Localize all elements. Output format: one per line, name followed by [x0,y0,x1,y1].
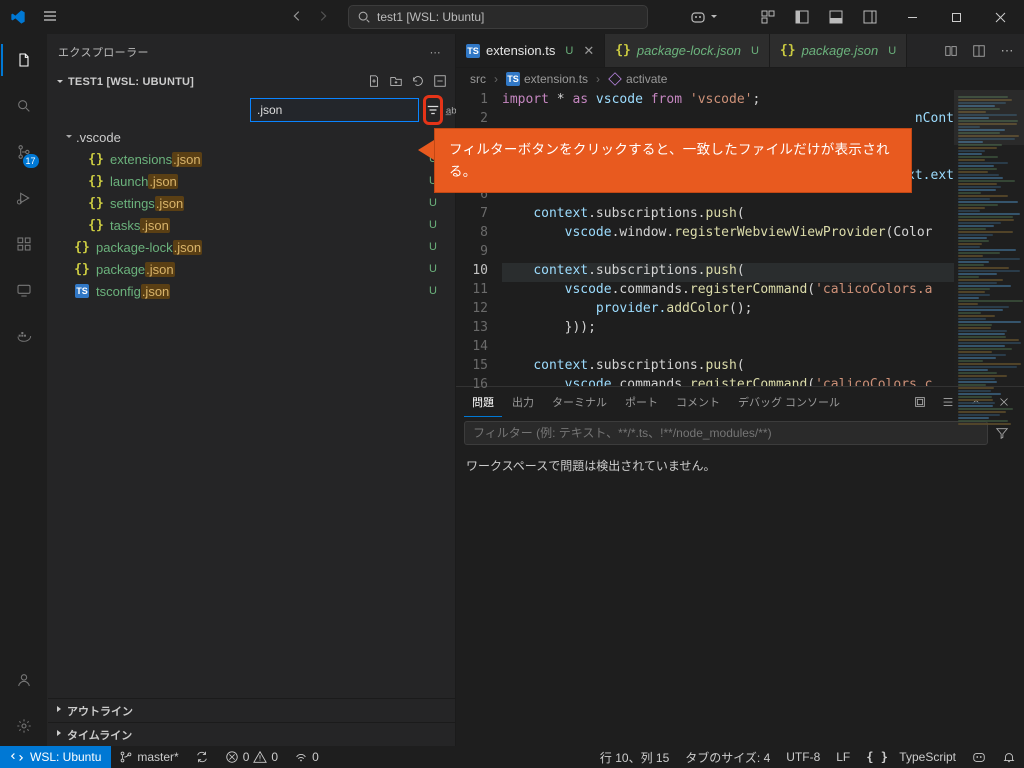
explorer-title: エクスプローラー [58,44,149,60]
editor-tab[interactable]: {}package-lock.jsonU [605,34,770,67]
explorer-filter-input[interactable] [250,98,419,122]
copilot-button[interactable] [686,7,722,27]
activity-search[interactable] [1,86,47,126]
activity-debug[interactable] [1,178,47,218]
status-copilot[interactable] [964,750,994,764]
window-minimize[interactable] [890,0,934,34]
panel-tab-comments[interactable]: コメント [668,387,728,417]
file-row[interactable]: TStsconfig.jsonU [48,280,455,302]
file-row[interactable]: {}settings.jsonU [48,192,455,214]
section-label: TEST1 [WSL: UBUNTU] [68,76,194,88]
activity-remote[interactable] [1,270,47,310]
nav-forward[interactable] [316,9,330,26]
explorer-section-header[interactable]: TEST1 [WSL: UBUNTU] [48,70,455,94]
sidebar-explorer: エクスプローラー ⋯ TEST1 [WSL: UBUNTU] a̲b [48,34,456,746]
editor-tabs: TSextension.tsU✕{}package-lock.jsonU{}pa… [456,34,1024,68]
file-row[interactable]: {}launch.jsonU [48,170,455,192]
status-spaces[interactable]: タブのサイズ: 4 [677,749,778,766]
panel-tab-output[interactable]: 出力 [504,387,542,417]
titlebar: test1 [WSL: Ubuntu] [0,0,1024,34]
status-remote[interactable]: WSL: Ubuntu [0,746,111,768]
status-cursor[interactable]: 行 10、列 15 [592,749,677,766]
window-close[interactable] [978,0,1022,34]
toggle-secondary-sidebar-icon[interactable] [856,4,884,30]
file-row[interactable]: {}package-lock.jsonU [48,236,455,258]
activity-extensions[interactable] [1,224,47,264]
vscode-logo [10,9,26,25]
panel-tab-terminal[interactable]: ターミナル [544,387,615,417]
explorer-more-icon[interactable]: ⋯ [426,44,445,61]
file-row[interactable]: {}extensions.jsonU [48,148,455,170]
nav-arrows [290,9,330,26]
status-problems[interactable]: 0 0 [217,750,286,764]
collapse-icon[interactable] [431,72,449,93]
new-folder-icon[interactable] [387,72,405,93]
method-icon [608,72,622,86]
editor-tab[interactable]: TSextension.tsU✕ [456,34,605,67]
window-maximize[interactable] [934,0,978,34]
search-icon [357,10,371,24]
problems-empty-msg: ワークスペースで問題は検出されていません。 [456,449,1024,482]
status-lang[interactable]: { } TypeScript [858,750,964,764]
panel-clear-icon[interactable] [908,395,932,409]
status-bell[interactable] [994,750,1024,764]
status-eol[interactable]: LF [828,750,858,764]
annotation-callout: フィルターボタンをクリックすると、一致したファイルだけが表示される。 [434,128,912,193]
status-ports[interactable]: 0 [286,750,327,764]
command-center[interactable]: test1 [WSL: Ubuntu] [348,5,648,29]
title-search-text: test1 [WSL: Ubuntu] [377,10,484,24]
split-icon[interactable] [966,44,992,58]
file-row[interactable]: {}tasks.jsonU [48,214,455,236]
refresh-icon[interactable] [409,72,427,93]
activity-account[interactable] [1,660,47,700]
nav-back[interactable] [290,9,304,26]
panel-tab-debug[interactable]: デバッグ コンソール [730,387,848,417]
panel-tab-ports[interactable]: ポート [617,387,666,417]
activity-bar: 17 [0,34,48,746]
problems-filter-input[interactable] [464,421,988,445]
breadcrumbs[interactable]: src TS extension.ts activate [456,68,1024,90]
file-row[interactable]: {}package.jsonU [48,258,455,280]
status-sync[interactable] [187,750,217,764]
tab-more-icon[interactable]: ⋯ [994,43,1020,59]
scm-badge: 17 [23,154,39,168]
activity-settings[interactable] [1,706,47,746]
ts-icon: TS [506,72,520,86]
layout-customize-icon[interactable] [754,4,782,30]
new-file-icon[interactable] [365,72,383,93]
editor-tab[interactable]: {}package.jsonU [770,34,907,67]
toggle-panel-icon[interactable] [822,4,850,30]
status-branch[interactable]: master* [111,750,186,764]
file-tree: .vscode {}extensions.jsonU{}launch.jsonU… [48,126,455,308]
activity-docker[interactable] [1,316,47,356]
toggle-primary-sidebar-icon[interactable] [788,4,816,30]
svg-text:a̲b: a̲b [445,106,456,117]
outline-section[interactable]: アウトライン [48,698,455,722]
bottom-panel: 問題 出力 ターミナル ポート コメント デバッグ コンソール ワークスペースで… [456,386,1024,746]
explorer-filter-toggle[interactable] [423,95,443,125]
timeline-section[interactable]: タイムライン [48,722,455,746]
activity-scm[interactable]: 17 [1,132,47,172]
activity-explorer[interactable] [1,40,47,80]
status-bar: WSL: Ubuntu master* 0 0 0 行 10、列 15 タブのサ… [0,746,1024,768]
status-encoding[interactable]: UTF-8 [778,750,828,764]
callout-arrow [418,140,434,160]
minimap[interactable] [954,90,1024,386]
folder-row[interactable]: .vscode [48,126,455,148]
compare-icon[interactable] [938,44,964,58]
hamburger-menu[interactable] [36,4,64,31]
explorer-filter-row: a̲b [50,96,453,124]
